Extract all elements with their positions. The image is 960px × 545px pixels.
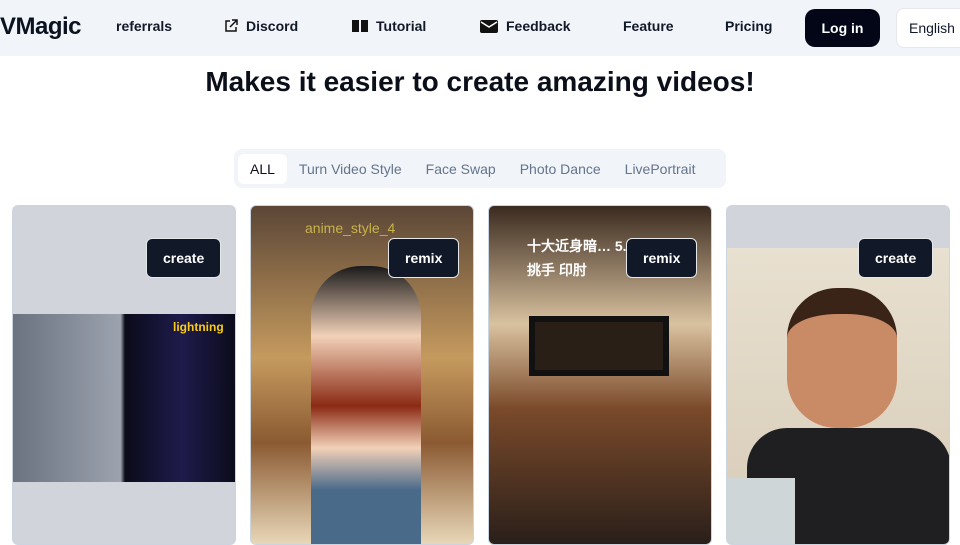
tab-turn-video-style[interactable]: Turn Video Style [287,154,414,184]
page-title: Makes it easier to create amazing videos… [205,66,755,97]
nav-tutorial[interactable]: Tutorial [352,18,426,34]
create-button[interactable]: create [858,238,934,278]
remix-button[interactable]: remix [626,238,698,278]
overlay-text: anime_style_4 [305,220,396,236]
nav-pricing[interactable]: Pricing [725,18,772,34]
book-icon [352,20,368,32]
nav-label: Feature [623,18,674,34]
nav-label: Feedback [506,18,571,34]
nav-feature[interactable]: Feature [623,18,674,34]
tab-liveportrait[interactable]: LivePortrait [613,154,708,184]
overlay-text: lightning [173,320,224,334]
nav-label: Pricing [725,18,773,34]
nav-label: referrals [116,18,173,34]
video-card[interactable]: anime_style_4 remix [250,205,474,545]
language-select[interactable]: English [896,8,960,48]
tab-photo-dance[interactable]: Photo Dance [508,154,613,184]
video-card[interactable]: lightning create [12,205,236,545]
nav-label: Discord [246,18,299,34]
create-button[interactable]: create [146,238,222,278]
video-card[interactable]: create [726,205,950,545]
video-thumbnail [529,316,669,376]
mail-icon [480,19,498,33]
nav-discord[interactable]: Discord [224,18,298,34]
nav-referrals[interactable]: referrals [116,18,172,34]
video-thumbnail [311,266,421,544]
video-card[interactable]: 十大近身暗… 5.挑手 印肘 remix [488,205,712,545]
video-thumbnail [727,248,949,544]
login-button[interactable]: Log in [805,9,880,47]
video-thumbnail [13,314,235,482]
nav-feedback[interactable]: Feedback [480,18,571,34]
remix-button[interactable]: remix [388,238,460,278]
nav-label: Tutorial [376,18,427,34]
overlay-text: 十大近身暗… 5.挑手 印肘 [527,238,627,278]
header: VMagic referrals Discord Tutorial Feedba… [0,0,960,56]
category-tabs: ALL Turn Video Style Face Swap Photo Dan… [234,149,726,188]
external-link-icon [225,19,238,32]
tab-all[interactable]: ALL [238,153,287,184]
tab-face-swap[interactable]: Face Swap [414,154,508,184]
logo[interactable]: VMagic [0,13,82,41]
